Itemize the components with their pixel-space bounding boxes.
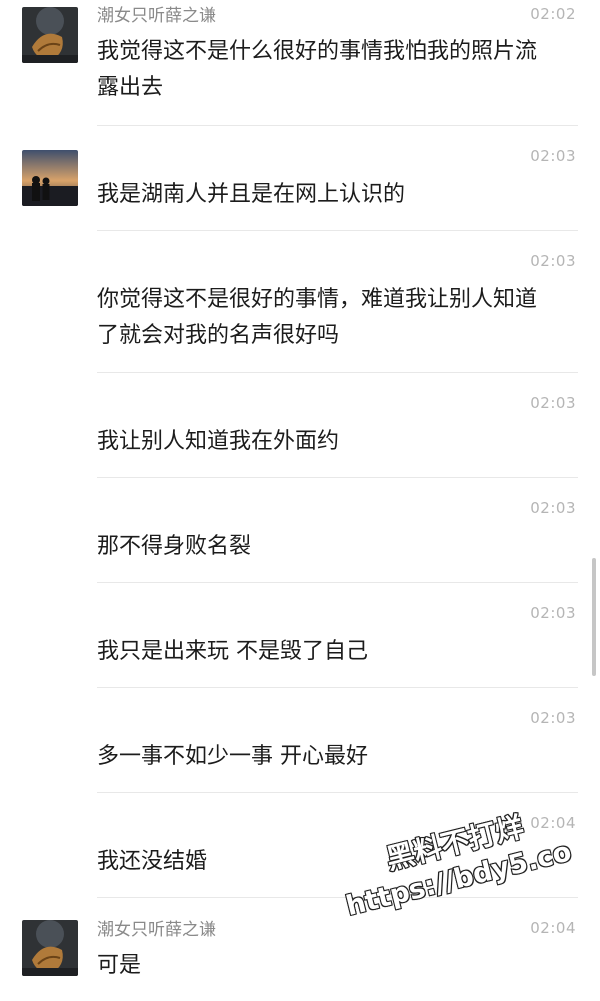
chat-message: 02:03 我只是出来玩 不是毁了自己 [0, 583, 600, 688]
message-text[interactable]: 我是湖南人并且是在网上认识的 [97, 177, 557, 213]
message-time: 02:04 [530, 919, 576, 937]
message-text[interactable]: 我觉得这不是什么很好的事情我怕我的照片流露出去 [97, 34, 557, 106]
chat-message: 02:03 你觉得这不是很好的事情，难道我让别人知道了就会对我的名声很好吗 [0, 231, 600, 373]
scrollbar[interactable] [592, 558, 596, 676]
message-time: 02:02 [530, 5, 576, 23]
chat-message: 潮女只听薛之谦 02:02 我觉得这不是什么很好的事情我怕我的照片流露出去 [0, 0, 600, 126]
chat-history: 潮女只听薛之谦 02:02 我觉得这不是什么很好的事情我怕我的照片流露出去 02… [0, 0, 600, 1001]
message-text[interactable]: 可是 [97, 948, 557, 984]
chat-message: 潮女只听薛之谦 02:04 可是 [0, 898, 600, 1001]
message-text[interactable]: 你觉得这不是很好的事情，难道我让别人知道了就会对我的名声很好吗 [97, 282, 557, 354]
message-time: 02:03 [530, 499, 576, 517]
dark-leaf-avatar-icon [22, 7, 78, 63]
message-text[interactable]: 我还没结婚 [97, 844, 557, 880]
message-text[interactable]: 我只是出来玩 不是毁了自己 [97, 634, 557, 670]
message-time: 02:03 [530, 709, 576, 727]
sunset-silhouette-avatar-icon [22, 150, 78, 206]
message-text[interactable]: 多一事不如少一事 开心最好 [97, 739, 557, 775]
chat-message: 02:04 我还没结婚 [0, 793, 600, 898]
chat-message: 02:03 我是湖南人并且是在网上认识的 [0, 126, 600, 231]
message-text[interactable]: 我让别人知道我在外面约 [97, 424, 557, 460]
avatar[interactable] [22, 7, 78, 63]
avatar[interactable] [22, 920, 78, 976]
message-time: 02:03 [530, 394, 576, 412]
sender-name: 潮女只听薛之谦 [97, 920, 216, 940]
sender-name: 潮女只听薛之谦 [97, 6, 216, 26]
chat-message: 02:03 我让别人知道我在外面约 [0, 373, 600, 478]
message-time: 02:03 [530, 604, 576, 622]
message-text[interactable]: 那不得身败名裂 [97, 529, 557, 565]
dark-leaf-avatar-icon [22, 920, 78, 976]
avatar[interactable] [22, 150, 78, 206]
message-time: 02:03 [530, 252, 576, 270]
chat-message: 02:03 多一事不如少一事 开心最好 [0, 688, 600, 793]
message-time: 02:03 [530, 147, 576, 165]
chat-message: 02:03 那不得身败名裂 [0, 478, 600, 583]
message-time: 02:04 [530, 814, 576, 832]
